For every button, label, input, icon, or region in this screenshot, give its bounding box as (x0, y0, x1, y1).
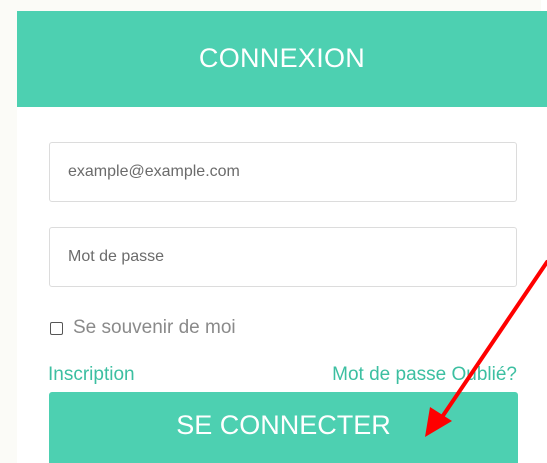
remember-me-label: Se souvenir de moi (73, 317, 236, 338)
password-field[interactable] (49, 227, 517, 287)
login-header: CONNEXION (17, 11, 547, 107)
remember-me-row[interactable]: Se souvenir de moi (50, 317, 236, 339)
login-submit-label: SE CONNECTER (176, 409, 391, 440)
remember-me-checkbox[interactable] (50, 321, 63, 335)
forgot-password-link[interactable]: Mot de passe Oublié? (332, 364, 517, 386)
page-title: CONNEXION (198, 42, 366, 73)
email-field[interactable] (49, 142, 517, 202)
signup-link[interactable]: Inscription (48, 364, 135, 386)
login-submit-button[interactable]: SE CONNECTER (49, 392, 518, 463)
